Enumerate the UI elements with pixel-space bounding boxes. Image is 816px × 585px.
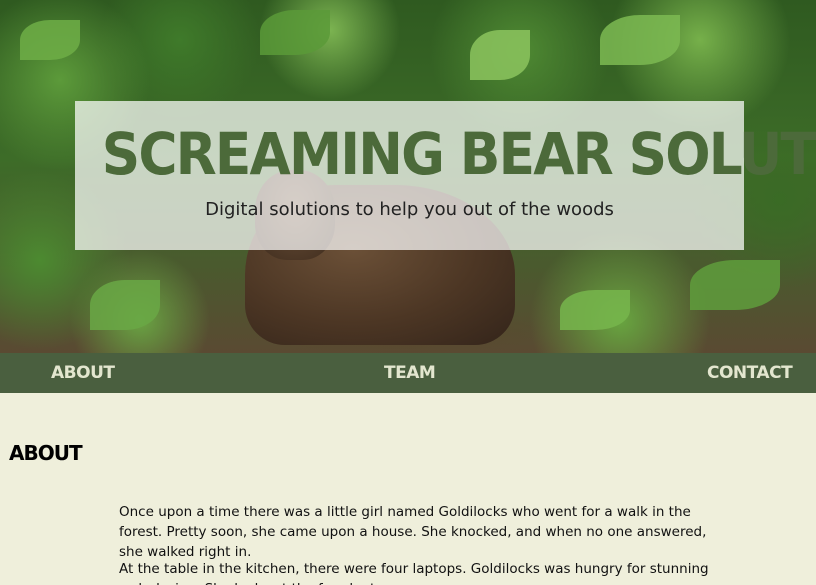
foliage-decoration [600, 15, 680, 65]
nav-link-about[interactable]: ABOUT [51, 353, 115, 393]
site-title: SCREAMING BEAR SOLUTIONS [101, 120, 816, 188]
main-nav: ABOUT TEAM CONTACT [0, 353, 816, 393]
hero-banner: SCREAMING BEAR SOLUTIONS Digital solutio… [0, 0, 816, 353]
foliage-decoration [690, 260, 780, 310]
site-tagline: Digital solutions to help you out of the… [205, 199, 614, 220]
foliage-decoration [260, 10, 330, 55]
nav-link-team[interactable]: TEAM [384, 353, 436, 393]
about-heading: ABOUT [9, 441, 83, 465]
foliage-decoration [20, 20, 80, 60]
foliage-decoration [90, 280, 160, 330]
nav-link-contact[interactable]: CONTACT [707, 353, 793, 393]
about-paragraph: Once upon a time there was a little girl… [119, 504, 707, 560]
title-overlay: SCREAMING BEAR SOLUTIONS Digital solutio… [75, 101, 816, 250]
foliage-decoration [560, 290, 630, 330]
foliage-decoration [470, 30, 530, 80]
about-paragraph: At the table in the kitchen, there were … [119, 561, 709, 585]
